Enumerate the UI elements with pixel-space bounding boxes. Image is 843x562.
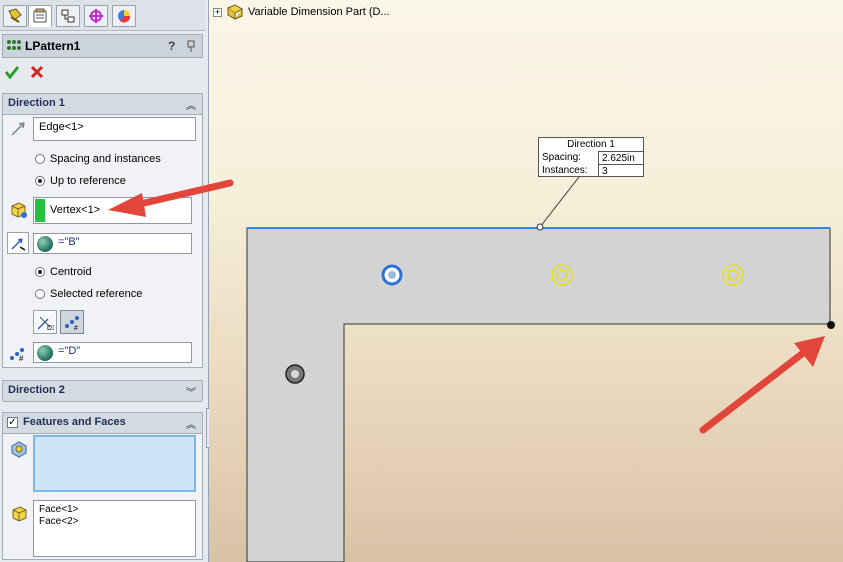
property-manager-panel: LPattern1 ? Direction 1 ︽ Edge<1> Spacin… [0, 0, 209, 562]
reference-vertex-field[interactable]: Vertex<1> [33, 197, 192, 224]
direction1-group: Direction 1 ︽ Edge<1> Spacing and instan… [2, 93, 203, 368]
expand-chevron-icon[interactable]: ︾ [186, 384, 196, 399]
radio-dot-selected [35, 176, 45, 186]
linear-pattern-icon [7, 40, 21, 50]
direction2-header[interactable]: Direction 2 ︾ [3, 381, 202, 402]
centroid-label: Centroid [50, 266, 92, 278]
features-to-pattern-list[interactable] [33, 435, 196, 492]
feature-manager-tab[interactable] [3, 5, 27, 27]
up-to-reference-radio[interactable]: Up to reference [35, 175, 126, 187]
help-button[interactable]: ? [168, 39, 182, 53]
seed-hole-inner [388, 271, 396, 279]
pin-icon[interactable] [185, 40, 197, 52]
annotation-arrow-vertex [699, 336, 825, 434]
selected-vertex[interactable] [827, 321, 835, 329]
part-hole-inner [291, 370, 299, 378]
ok-cancel-row [2, 62, 62, 82]
dimension-icon: D1 [37, 316, 54, 331]
equation-globe-icon[interactable] [37, 345, 53, 361]
direction-edge-field[interactable]: Edge<1> [33, 117, 196, 141]
callout-spacing-label: Spacing: [542, 152, 581, 163]
spacing-and-instances-radio[interactable]: Spacing and instances [35, 153, 161, 165]
features-and-faces-title: Features and Faces [23, 416, 126, 428]
equation-globe-icon[interactable] [37, 236, 53, 252]
callout-title: Direction 1 [567, 139, 615, 150]
callout-instances-row: Instances: 3 [539, 164, 643, 177]
direction1-header[interactable]: Direction 1 ︽ [3, 94, 202, 115]
offset-distance-icon[interactable] [7, 232, 29, 254]
direction2-group: Direction 2 ︾ [2, 380, 203, 402]
face-list-item[interactable]: Face<2> [39, 516, 190, 528]
graphics-area[interactable]: + Variable Dimension Part (D... Directio… [209, 0, 843, 562]
selected-reference-label: Selected reference [50, 288, 143, 300]
callout-spacing-value[interactable]: 2.625in [598, 151, 643, 164]
collapse-chevron-icon[interactable]: ︽ [186, 97, 196, 112]
direction2-title: Direction 2 [8, 384, 65, 396]
callout-leader [539, 176, 580, 228]
callout-instances-label: Instances: [542, 165, 588, 176]
model-canvas [246, 176, 835, 562]
configuration-manager-icon [61, 9, 75, 23]
pattern-direction-icon[interactable] [9, 120, 27, 138]
centroid-radio[interactable]: Centroid [35, 266, 92, 278]
selected-reference-radio[interactable]: Selected reference [35, 288, 142, 300]
faces-to-pattern-icon[interactable] [9, 503, 29, 523]
instances-icon: # [65, 316, 79, 331]
features-and-faces-group: ✓ Features and Faces ︽ Face<1> Face<2> [2, 412, 203, 560]
offset-value: ="B" [58, 236, 80, 248]
display-manager-icon [118, 10, 131, 23]
reference-geometry-icon[interactable] [8, 199, 28, 219]
selection-indicator [35, 199, 45, 222]
edge-value: Edge<1> [39, 121, 84, 133]
help-label: ? [168, 39, 176, 53]
face-list-item[interactable]: Face<1> [39, 504, 190, 516]
feature-title: LPattern1 [25, 39, 81, 53]
direction1-title: Direction 1 [8, 97, 65, 109]
property-manager-icon [33, 8, 47, 23]
reference-value: Vertex<1> [50, 204, 101, 216]
radio-dot [35, 289, 45, 299]
collapse-chevron-icon[interactable]: ︽ [186, 416, 196, 431]
radio-dot-selected [35, 267, 45, 277]
svg-text:#: # [19, 354, 24, 362]
display-manager-tab[interactable] [112, 5, 136, 27]
callout-instances-value[interactable]: 3 [598, 164, 643, 177]
feature-title-bar: LPattern1 ? [2, 34, 203, 58]
instances-button[interactable]: # [60, 310, 84, 334]
callout-anchor [536, 223, 544, 231]
dimxpert-manager-icon [89, 9, 103, 23]
svg-text:#: # [74, 325, 78, 331]
direction1-callout[interactable]: Direction 1 Spacing: 2.625in Instances: … [538, 137, 644, 177]
instances-value: ="D" [58, 345, 81, 357]
features-and-faces-header[interactable]: ✓ Features and Faces ︽ [3, 413, 202, 434]
spacing-option-label: Spacing and instances [50, 153, 161, 165]
manager-tabs [0, 0, 206, 31]
features-to-pattern-icon[interactable] [9, 439, 29, 459]
ok-check-icon[interactable] [4, 64, 20, 80]
callout-spacing-row: Spacing: 2.625in [539, 151, 643, 164]
feature-manager-icon [8, 8, 22, 23]
configuration-manager-tab[interactable] [56, 5, 80, 27]
spacing-dimension-button[interactable]: D1 [33, 310, 57, 334]
cancel-x-icon[interactable] [29, 64, 45, 80]
dimxpert-manager-tab[interactable] [84, 5, 108, 27]
radio-dot [35, 154, 45, 164]
up-to-reference-label: Up to reference [50, 175, 126, 187]
offset-value-field[interactable]: ="B" [33, 233, 192, 254]
number-of-instances-icon[interactable]: # [7, 342, 29, 364]
features-and-faces-checkbox[interactable]: ✓ [7, 417, 18, 428]
instances-value-field[interactable]: ="D" [33, 342, 192, 363]
faces-to-pattern-list[interactable]: Face<1> Face<2> [33, 500, 196, 557]
svg-text:D1: D1 [47, 325, 54, 331]
property-manager-tab[interactable] [28, 5, 52, 27]
